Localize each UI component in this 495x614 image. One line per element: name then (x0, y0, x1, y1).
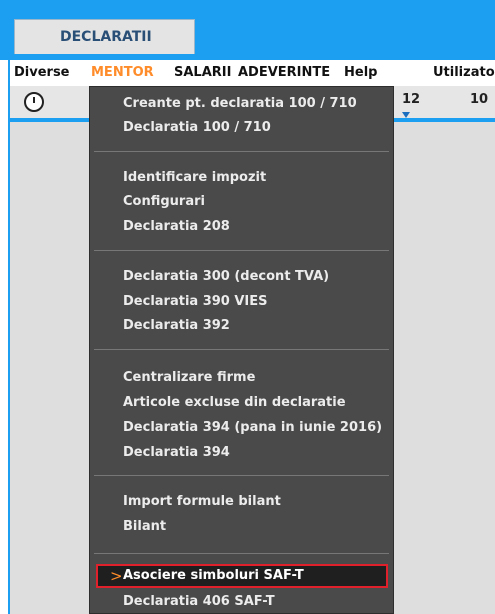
clock-icon[interactable] (24, 92, 44, 112)
menu-item-declaratia-100-710[interactable]: Declaratia 100 / 710 (123, 117, 271, 139)
menu-item-configurari[interactable]: Configurari (123, 191, 205, 213)
menu-adeverinte[interactable]: ADEVERINTE (238, 65, 330, 80)
menu-item-centralizare-firme[interactable]: Centralizare firme (123, 367, 255, 389)
menu-separator (94, 151, 389, 152)
menu-item-import-formule-bilant[interactable]: Import formule bilant (123, 491, 281, 513)
tab-declaratii[interactable]: DECLARATII (14, 19, 195, 54)
menu-item-declaratia-392[interactable]: Declaratia 392 (123, 315, 230, 337)
menu-item-declaratia-300[interactable]: Declaratia 300 (decont TVA) (123, 266, 329, 288)
menu-item-declaratia-394[interactable]: Declaratia 394 (123, 442, 230, 464)
menu-help[interactable]: Help (344, 65, 377, 80)
menu-item-articole-excluse[interactable]: Articole excluse din declaratie (123, 392, 346, 414)
menu-item-declaratia-406-saft[interactable]: Declaratia 406 SAF-T (123, 591, 275, 613)
menu-salarii[interactable]: SALARII (174, 65, 231, 80)
app-window: DECLARATII Diverse MENTOR SALARII ADEVER… (0, 0, 495, 614)
menu-item-declaratia-390[interactable]: Declaratia 390 VIES (123, 291, 268, 313)
chevron-right-icon: > (110, 567, 123, 585)
menu-item-declaratia-208[interactable]: Declaratia 208 (123, 216, 230, 238)
menu-item-identificare-impozit[interactable]: Identificare impozit (123, 167, 266, 189)
menu-item-bilant[interactable]: Bilant (123, 516, 166, 538)
menu-item-label: Asociere simboluri SAF-T (123, 568, 304, 583)
menu-item-asociere-simboluri-saft[interactable]: > Asociere simboluri SAF-T (96, 564, 388, 588)
menu-separator (94, 553, 389, 554)
menu-separator (94, 475, 389, 476)
mentor-dropdown-menu: Creante pt. declaratia 100 / 710 Declara… (89, 86, 394, 614)
toolbar-value-1: 12 (402, 92, 421, 107)
menu-item-declaratia-394-2016[interactable]: Declaratia 394 (pana in iunie 2016) (123, 417, 382, 439)
menu-diverse[interactable]: Diverse (14, 65, 70, 80)
menu-bar: Diverse MENTOR SALARII ADEVERINTE Help U… (8, 60, 495, 86)
menu-mentor[interactable]: MENTOR (91, 65, 154, 80)
toolbar-value-2: 10 (470, 92, 489, 107)
menu-utilizator[interactable]: Utilizato (433, 65, 495, 80)
menu-separator (94, 250, 389, 251)
menu-item-creante-100-710[interactable]: Creante pt. declaratia 100 / 710 (123, 93, 357, 115)
title-strip: DECLARATII (0, 0, 495, 60)
menu-separator (94, 349, 389, 350)
